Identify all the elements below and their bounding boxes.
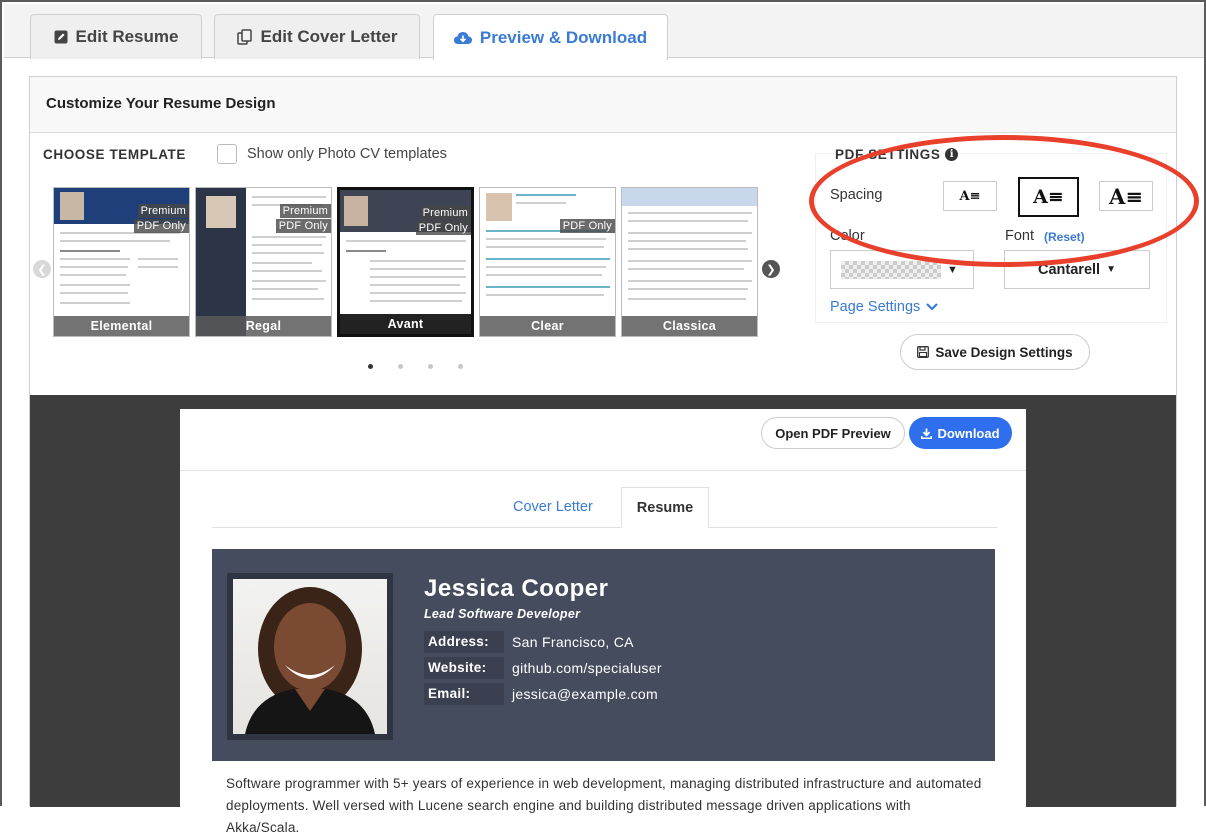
font-select-value: Cantarell [1038, 261, 1101, 278]
download-icon [921, 428, 933, 439]
subtab-resume[interactable]: Resume [621, 487, 709, 528]
font-select[interactable]: Cantarell ▼ [1004, 250, 1150, 289]
tab-edit-resume[interactable]: Edit Resume [30, 14, 202, 59]
resume-header: Jessica Cooper Lead Software Developer A… [212, 549, 995, 761]
copy-icon [236, 29, 252, 45]
transparent-swatch [841, 261, 941, 279]
panel-title: Customize Your Resume Design [46, 95, 276, 112]
template-name: Classica [622, 316, 757, 336]
page-dot-2[interactable] [398, 364, 403, 369]
tab-preview-download-label: Preview & Download [479, 27, 648, 47]
open-pdf-preview-button[interactable]: Open PDF Preview [761, 417, 905, 449]
thumb-header [622, 188, 757, 206]
website-key: Website: [424, 657, 504, 679]
spacing-label: Spacing [830, 187, 883, 203]
resume-preview: Open PDF Preview Download Cover Letter R… [180, 409, 1026, 835]
font-reset-link[interactable]: (Reset) [1044, 230, 1085, 244]
design-panel: Customize Your Resume Design CHOOSE TEMP… [29, 76, 1199, 835]
address-key: Address: [424, 631, 504, 653]
thumb-photo [344, 196, 368, 226]
address-value: San Francisco, CA [512, 634, 634, 650]
spacing-medium-button[interactable]: A≡ [1018, 177, 1079, 217]
page-dot-3[interactable] [428, 364, 433, 369]
chevron-down-icon [926, 303, 939, 311]
page-dot-4[interactable] [458, 364, 463, 369]
template-thumb-classica[interactable]: Classica [621, 187, 758, 337]
template-thumb-avant[interactable]: Premium PDF Only Avant [337, 187, 474, 337]
chevron-right-icon: ❯ [766, 263, 776, 276]
color-label: Color [830, 228, 865, 244]
info-icon[interactable]: i [945, 148, 959, 161]
color-select[interactable]: ▼ [830, 250, 974, 289]
spacing-compact-button[interactable]: A≡ [943, 181, 997, 211]
carousel-next-button[interactable]: ❯ [762, 260, 780, 278]
subtab-cover-letter[interactable]: Cover Letter [513, 499, 593, 515]
preview-backdrop: Open PDF Preview Download Cover Letter R… [30, 395, 1176, 835]
download-button[interactable]: Download [909, 417, 1012, 449]
page-settings-toggle[interactable]: Page Settings [830, 299, 939, 315]
pdf-only-badge: PDF Only [415, 221, 471, 235]
email-key: Email: [424, 683, 504, 705]
photo-only-label: Show only Photo CV templates [247, 146, 447, 162]
page-dot-1[interactable] [368, 364, 373, 369]
photo-only-checkbox[interactable] [217, 144, 237, 164]
profile-photo [233, 579, 387, 734]
pdf-settings-label: PDF SETTINGS [835, 147, 941, 162]
template-thumb-regal[interactable]: Premium PDF Only Regal [195, 187, 332, 337]
spacing-wide-button[interactable]: A≡ [1099, 181, 1153, 211]
profile-photo-frame [227, 573, 393, 740]
save-design-settings-label: Save Design Settings [935, 344, 1073, 360]
edit-icon [54, 30, 67, 44]
tab-edit-cover-letter[interactable]: Edit Cover Letter [214, 14, 420, 59]
font-label: Font [1005, 228, 1035, 244]
save-design-settings-button[interactable]: Save Design Settings [900, 334, 1090, 370]
resume-summary: Software programmer with 5+ years of exp… [226, 776, 982, 835]
floppy-disk-icon [917, 346, 930, 358]
template-name: Avant [340, 314, 471, 334]
tab-bar: Edit Resume Edit Cover Letter Preview & … [4, 4, 1204, 60]
email-value: jessica@example.com [512, 686, 658, 702]
address-row: Address: San Francisco, CA [424, 631, 634, 653]
carousel-prev-button[interactable]: ❮ [33, 260, 51, 278]
premium-badge: Premium [137, 204, 189, 218]
subtabs-divider [212, 527, 997, 528]
chevron-left-icon: ❮ [37, 263, 47, 276]
caret-down-icon: ▼ [1106, 264, 1116, 275]
pdf-only-badge: PDF Only [559, 219, 615, 233]
template-name: Elemental [54, 316, 189, 336]
download-label: Download [937, 425, 1000, 441]
website-value: github.com/specialuser [512, 660, 662, 676]
thumb-photo [206, 196, 236, 228]
cloud-download-icon [453, 31, 472, 44]
template-thumb-clear[interactable]: PDF Only Clear [479, 187, 616, 337]
template-name: Regal [196, 316, 331, 336]
choose-template-label: CHOOSE TEMPLATE [43, 147, 187, 162]
resume-job-title: Lead Software Developer [424, 607, 581, 621]
tab-edit-resume-label: Edit Resume [75, 27, 179, 46]
thumb-photo [486, 193, 512, 221]
pdf-only-badge: PDF Only [275, 219, 331, 233]
premium-badge: Premium [419, 206, 471, 220]
text-spacing-large-icon: A≡ [1109, 183, 1143, 209]
premium-badge: Premium [279, 204, 331, 218]
preview-toolbar: Open PDF Preview Download [180, 409, 1026, 471]
pdf-settings-box [815, 153, 1167, 323]
caret-down-icon: ▼ [947, 264, 958, 276]
template-thumb-elemental[interactable]: Premium PDF Only Elemental [53, 187, 190, 337]
email-row: Email: jessica@example.com [424, 683, 658, 705]
panel-header: Customize Your Resume Design [30, 77, 1176, 133]
text-spacing-small-icon: A≡ [959, 188, 981, 204]
page-settings-label: Page Settings [830, 299, 921, 315]
tab-preview-download[interactable]: Preview & Download [433, 14, 668, 60]
template-name: Clear [480, 316, 615, 336]
pdf-only-badge: PDF Only [133, 219, 189, 233]
resume-name: Jessica Cooper [424, 575, 609, 602]
pdf-settings-title: PDF SETTINGS i [835, 147, 959, 162]
website-row: Website: github.com/specialuser [424, 657, 662, 679]
tab-edit-cover-letter-label: Edit Cover Letter [260, 27, 398, 46]
text-spacing-medium-icon: A≡ [1033, 186, 1064, 208]
thumb-photo [60, 192, 84, 220]
